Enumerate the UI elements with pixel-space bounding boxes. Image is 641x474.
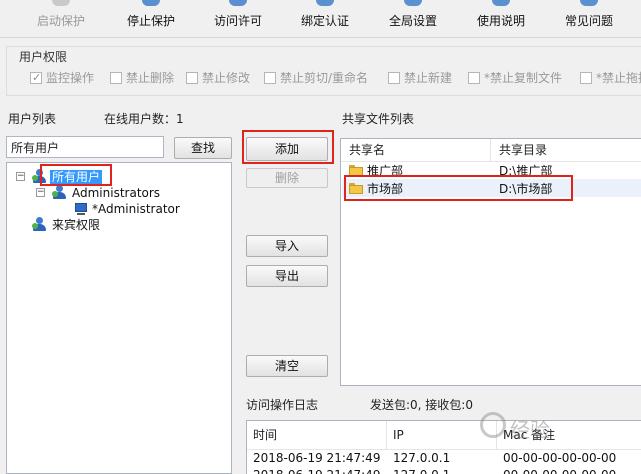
- checkbox-icon: [186, 72, 198, 84]
- perm-monitor-label: 监控操作: [46, 71, 95, 85]
- packet-stats: 发送包:0, 接收包:0: [370, 398, 473, 412]
- checkbox-checked-icon: [30, 70, 42, 86]
- share-name-column-header[interactable]: 共享名: [341, 139, 491, 161]
- tree-node-guest[interactable]: 来宾权限: [52, 217, 100, 233]
- instructions-label: 使用说明: [476, 14, 525, 28]
- log-mac: 00-00-00-00-00-00: [503, 451, 617, 465]
- perm-no-copy-checkbox[interactable]: *禁止复制文件: [468, 70, 562, 86]
- start-protection-button[interactable]: 启动保护: [18, 0, 104, 38]
- guest-user-icon: [32, 217, 46, 231]
- share-dir-column-header[interactable]: 共享目录: [491, 139, 641, 161]
- instructions-button[interactable]: 使用说明: [458, 0, 544, 38]
- perm-no-create-label: 禁止新建: [404, 71, 453, 85]
- bind-auth-button[interactable]: 绑定认证: [282, 0, 368, 38]
- checkbox-icon: [110, 72, 122, 84]
- highlight-market-row: [344, 175, 573, 201]
- export-button[interactable]: 导出: [246, 265, 328, 287]
- online-user-count: 在线用户数：1: [104, 112, 184, 126]
- highlight-add-button: [242, 130, 334, 164]
- question-icon: [580, 0, 598, 6]
- log-ip: 127.0.0.1: [393, 451, 451, 465]
- access-permission-button[interactable]: 访问许可: [195, 0, 281, 38]
- log-time-column-header[interactable]: 时间: [247, 421, 387, 449]
- log-time: 2018-06-19 21:47:49: [253, 466, 380, 474]
- checkbox-icon: [264, 72, 276, 84]
- checkbox-icon: [468, 72, 480, 84]
- log-mac: 00-00-00-00-00-00: [503, 466, 616, 474]
- clear-button[interactable]: 清空: [246, 355, 328, 377]
- perm-no-modify-checkbox[interactable]: 禁止修改: [186, 70, 250, 86]
- watermark-text: 经验: [510, 418, 550, 442]
- collapse-icon[interactable]: −: [16, 172, 25, 181]
- paw-logo-icon: [480, 412, 506, 438]
- checkbox-icon: [388, 72, 400, 84]
- perm-no-cut-rename-label: 禁止剪切/重命名: [280, 71, 369, 85]
- tree-node-administrators[interactable]: Administrators: [72, 185, 160, 201]
- log-ip: 127.0.0.1: [393, 466, 450, 474]
- faq-button[interactable]: 常见问题: [546, 0, 632, 38]
- gear-icon: [404, 0, 422, 6]
- perm-no-drag-checkbox[interactable]: *禁止拖拽: [580, 70, 641, 86]
- highlight-all-users: [40, 164, 112, 186]
- faq-label: 常见问题: [564, 14, 613, 28]
- perm-no-drag-label: *禁止拖拽: [596, 71, 641, 85]
- user-list-title: 用户列表: [8, 112, 57, 126]
- access-permission-label: 访问许可: [213, 14, 262, 28]
- start-protection-label: 启动保护: [36, 14, 85, 28]
- import-button[interactable]: 导入: [246, 235, 328, 257]
- link-icon: [316, 0, 334, 6]
- search-button[interactable]: 查找: [174, 137, 232, 159]
- bind-auth-label: 绑定认证: [300, 14, 349, 28]
- global-settings-button[interactable]: 全局设置: [370, 0, 456, 38]
- share-list-title: 共享文件列表: [342, 112, 415, 126]
- perm-no-create-checkbox[interactable]: 禁止新建: [388, 70, 452, 86]
- perm-no-delete-label: 禁止删除: [126, 71, 175, 85]
- main-toolbar: 启动保护 停止保护 访问许可 绑定认证 全局设置 使用说明 常见问题: [0, 0, 641, 38]
- collapse-icon[interactable]: −: [36, 188, 45, 197]
- watermark: 经验: [470, 404, 640, 444]
- permissions-title: 用户权限: [17, 48, 70, 65]
- checkbox-icon: [580, 72, 592, 84]
- stop-protection-label: 停止保护: [126, 14, 175, 28]
- perm-no-copy-label: *禁止复制文件: [484, 71, 563, 85]
- computer-icon: [74, 203, 88, 215]
- perm-no-modify-label: 禁止修改: [202, 71, 251, 85]
- perm-monitor-checkbox[interactable]: 监控操作: [30, 70, 94, 86]
- key-icon: [229, 0, 247, 6]
- perm-no-delete-checkbox[interactable]: 禁止删除: [110, 70, 174, 86]
- global-settings-label: 全局设置: [388, 14, 437, 28]
- delete-button[interactable]: 删除: [246, 168, 328, 188]
- stop-protection-button[interactable]: 停止保护: [108, 0, 194, 38]
- stop-icon: [142, 0, 160, 6]
- user-search-input[interactable]: [6, 136, 164, 158]
- book-icon: [492, 0, 510, 6]
- shield-icon: [52, 0, 70, 6]
- perm-no-cut-rename-checkbox[interactable]: 禁止剪切/重命名: [264, 70, 368, 86]
- log-title: 访问操作日志: [246, 398, 319, 412]
- user-group-icon: [52, 185, 66, 199]
- tree-node-administrator-user[interactable]: *Administrator: [92, 201, 180, 217]
- user-tree[interactable]: − 所有用户 − Administrators *Administrator 来…: [6, 162, 232, 474]
- log-time: 2018-06-19 21:47:49: [253, 451, 381, 465]
